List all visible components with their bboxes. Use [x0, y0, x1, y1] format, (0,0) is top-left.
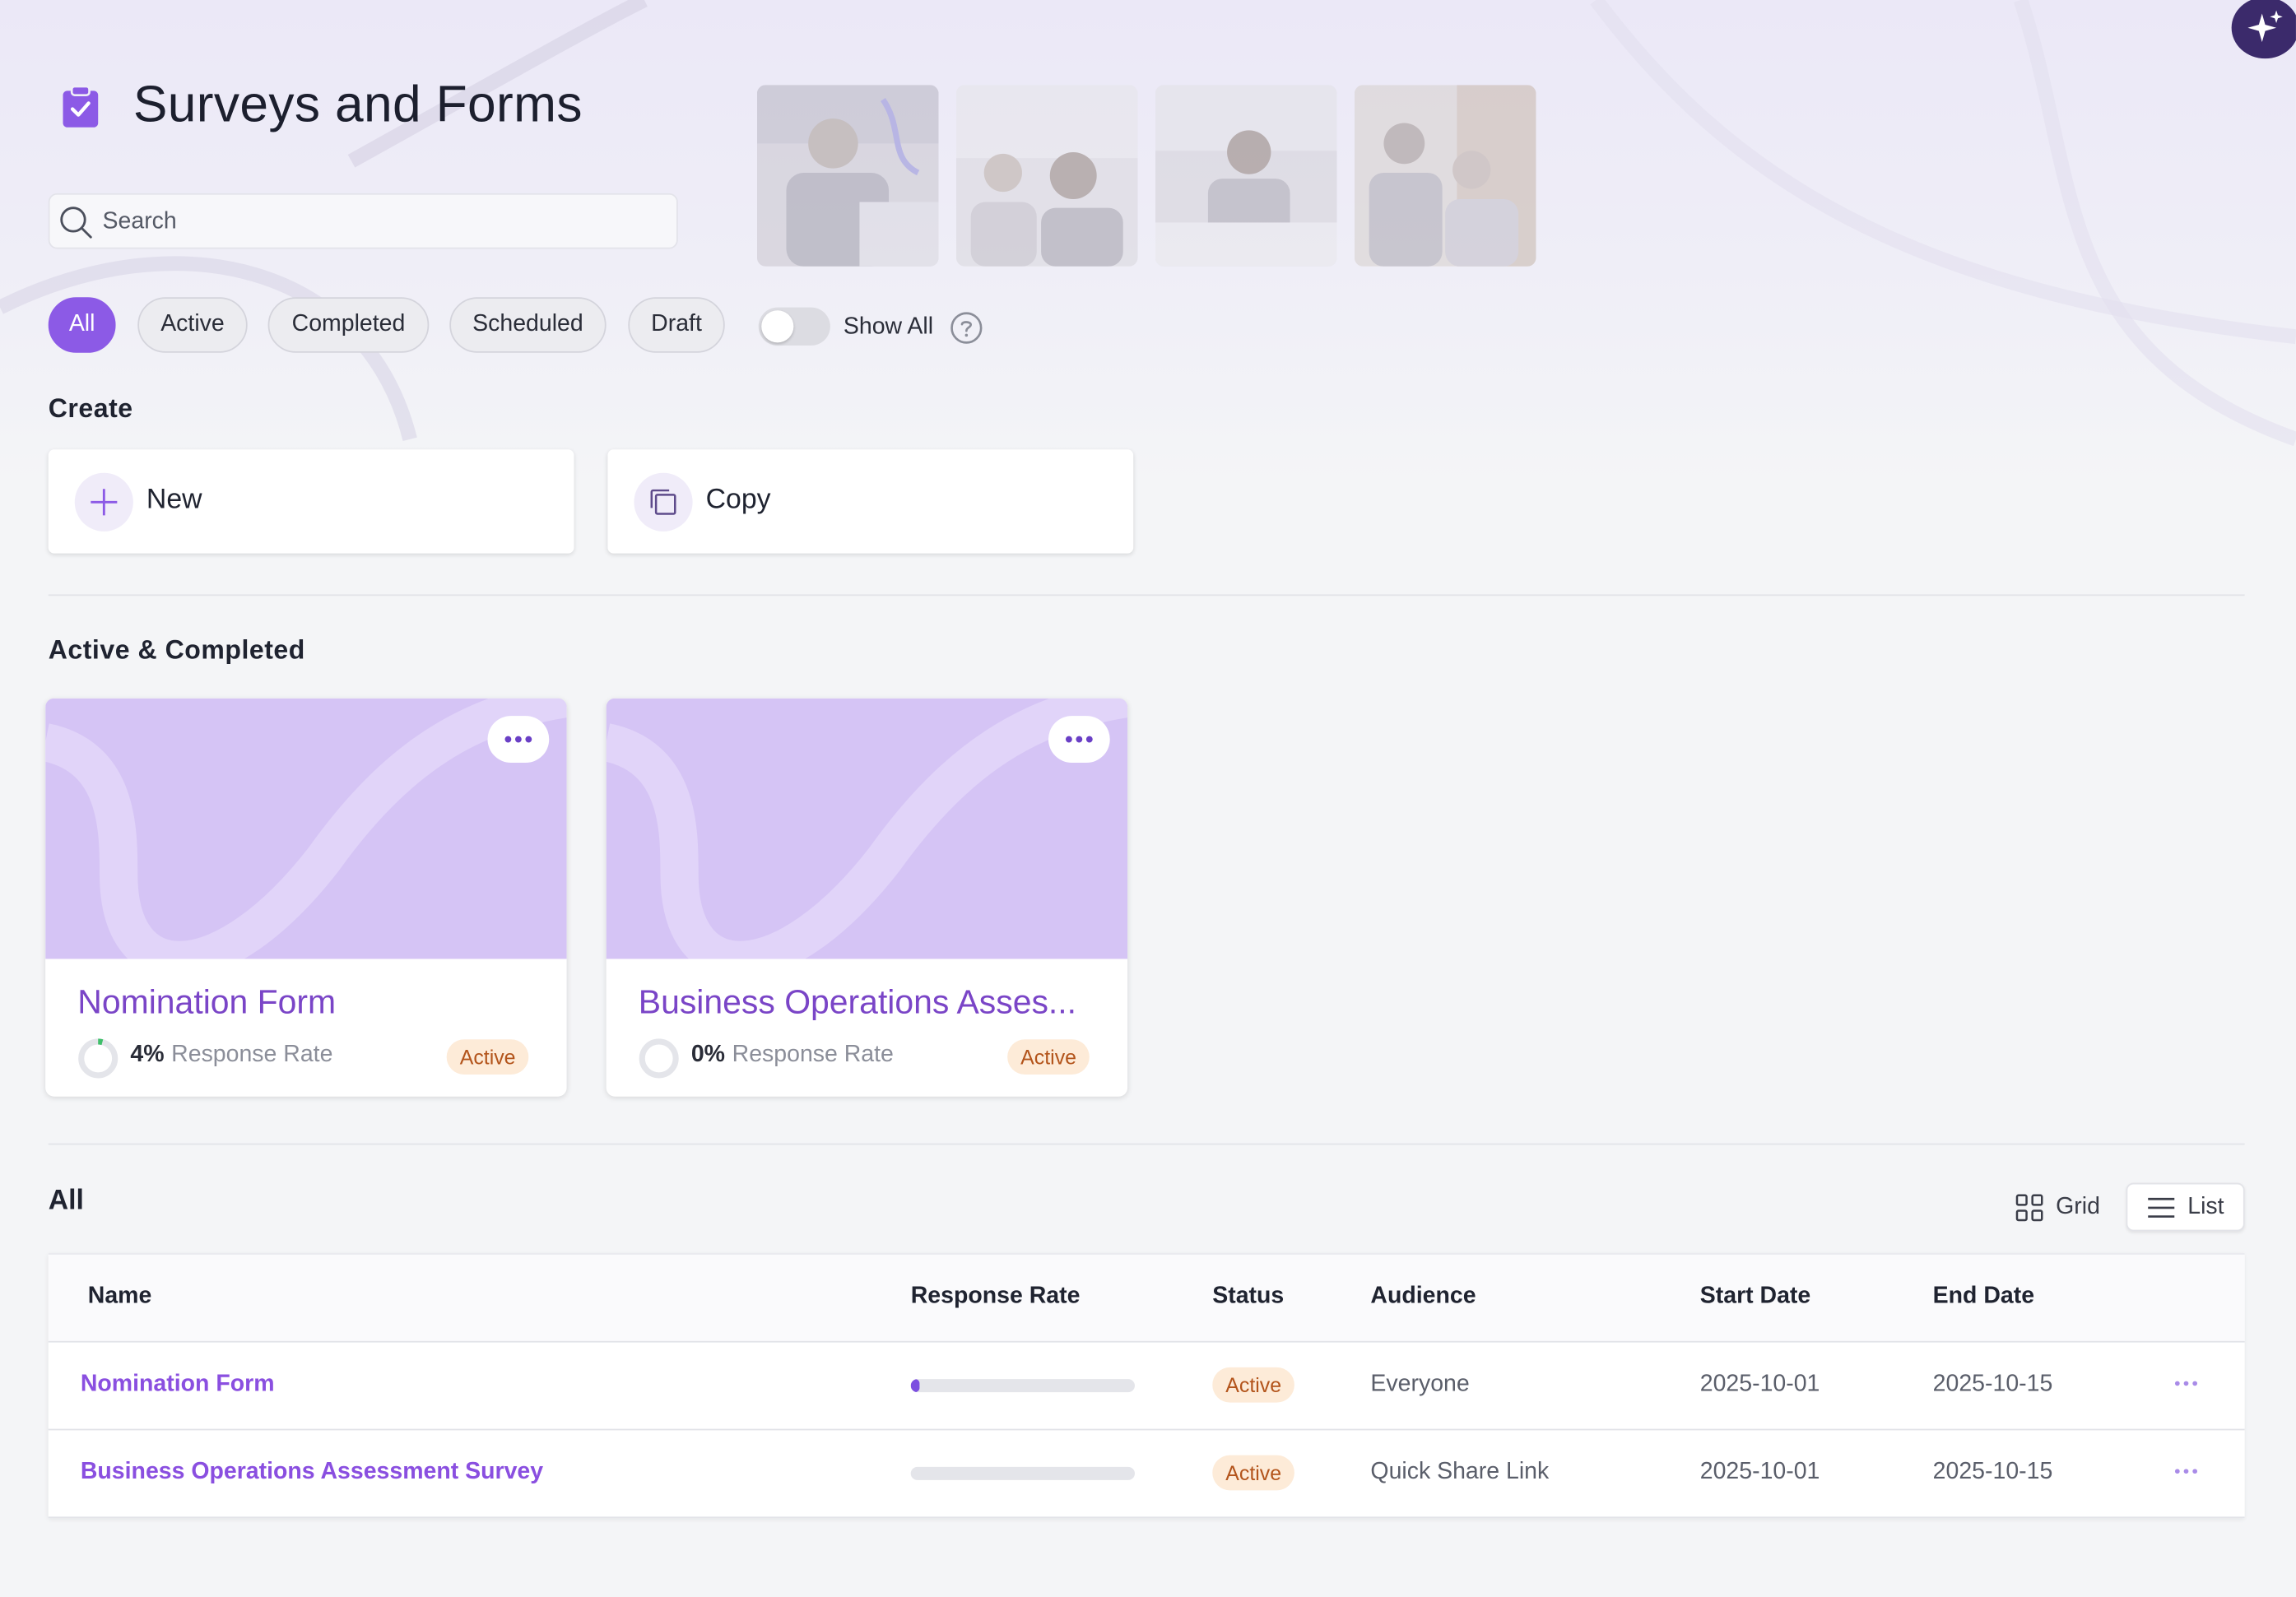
hero-photo-4	[1354, 85, 1536, 267]
row-end-date: 2025-10-15	[1932, 1372, 2053, 1397]
column-response-rate[interactable]: Response Rate	[911, 1284, 1081, 1310]
table-row[interactable]: Nomination Form Active Everyone 2025-10-…	[48, 1343, 2245, 1431]
row-audience: Quick Share Link	[1370, 1459, 1550, 1485]
card-more-button[interactable]	[1048, 716, 1110, 764]
surveys-page: Surveys and Forms All Active Completed S…	[0, 0, 2296, 1597]
response-rate-fill	[910, 1379, 920, 1393]
filter-scheduled[interactable]: Scheduled	[449, 297, 607, 353]
section-divider	[48, 1143, 2245, 1145]
copy-icon	[650, 489, 676, 515]
column-end-date[interactable]: End Date	[1933, 1284, 2034, 1310]
create-copy-card[interactable]: Copy	[607, 449, 1134, 554]
column-start-date[interactable]: Start Date	[1700, 1284, 1810, 1310]
column-status[interactable]: Status	[1212, 1284, 1284, 1310]
copy-icon-circle	[634, 472, 693, 532]
help-icon[interactable]	[950, 312, 983, 344]
status-badge: Active	[1212, 1455, 1295, 1491]
table-header: Name Response Rate Status Audience Start…	[48, 1253, 2245, 1343]
create-new-label: New	[146, 484, 202, 516]
row-more-icon[interactable]	[2172, 1456, 2201, 1486]
card-title[interactable]: Business Operations Asses...	[639, 982, 1076, 1022]
list-label: List	[2187, 1194, 2224, 1219]
filter-all[interactable]: All	[48, 297, 116, 353]
table-row[interactable]: Business Operations Assessment Survey Ac…	[48, 1430, 2245, 1519]
search-box[interactable]	[48, 193, 678, 251]
row-start-date: 2025-10-01	[1699, 1459, 1820, 1485]
status-badge: Active	[1212, 1367, 1295, 1403]
toggle-knob	[761, 310, 794, 343]
surveys-table: Name Response Rate Status Audience Start…	[48, 1253, 2245, 1519]
row-name-link[interactable]: Nomination Form	[81, 1372, 275, 1398]
create-copy-label: Copy	[705, 484, 771, 516]
create-section-title: Create	[48, 393, 133, 424]
card-title[interactable]: Nomination Form	[77, 982, 336, 1022]
response-rate-bar	[910, 1379, 1135, 1393]
card-rate-label: Response Rate	[171, 1042, 333, 1068]
ai-assistant-button[interactable]	[2231, 0, 2296, 59]
row-end-date: 2025-10-15	[1932, 1459, 2053, 1485]
more-horizontal-icon	[1065, 736, 1093, 743]
create-new-card[interactable]: New	[48, 449, 574, 554]
clipboard-check-icon	[63, 85, 99, 128]
column-name[interactable]: Name	[88, 1284, 152, 1310]
list-icon	[2148, 1197, 2175, 1218]
active-completed-title: Active & Completed	[48, 635, 305, 665]
all-section-title: All	[48, 1186, 84, 1217]
section-divider	[48, 594, 2245, 597]
card-more-button[interactable]	[487, 716, 550, 764]
survey-card-nomination-form[interactable]: Nomination Form 4% Response Rate Active	[45, 698, 567, 1097]
card-percent: 4%	[130, 1042, 165, 1068]
status-badge: Active	[1007, 1039, 1090, 1075]
row-start-date: 2025-10-01	[1699, 1372, 1820, 1397]
column-audience[interactable]: Audience	[1370, 1284, 1476, 1310]
page-title: Surveys and Forms	[132, 76, 583, 133]
list-view-button[interactable]: List	[2126, 1182, 2245, 1232]
grid-view-button[interactable]: Grid	[2001, 1183, 2112, 1232]
more-horizontal-icon	[504, 736, 532, 743]
search-icon	[60, 207, 92, 239]
filter-active[interactable]: Active	[137, 297, 248, 353]
row-more-icon[interactable]	[2172, 1369, 2201, 1399]
response-rate-bar	[910, 1466, 1135, 1480]
row-audience: Everyone	[1370, 1372, 1470, 1397]
status-badge: Active	[446, 1039, 529, 1075]
grid-label: Grid	[2056, 1194, 2100, 1219]
row-name-link[interactable]: Business Operations Assessment Survey	[81, 1460, 543, 1486]
hero-photo-1	[756, 85, 939, 267]
card-rate-label: Response Rate	[732, 1042, 894, 1068]
hero-photo-2	[955, 85, 1138, 267]
show-all-label: Show All	[843, 314, 934, 340]
plus-icon	[91, 489, 118, 516]
plus-icon-circle	[74, 472, 133, 532]
show-all-toggle[interactable]	[758, 307, 830, 346]
survey-card-business-operations[interactable]: Business Operations Asses... 0% Response…	[606, 698, 1128, 1097]
response-rate-ring-icon	[639, 1038, 679, 1079]
card-percent: 0%	[690, 1042, 725, 1068]
filter-draft[interactable]: Draft	[628, 297, 725, 353]
filter-completed[interactable]: Completed	[267, 297, 430, 353]
sparkle-icon	[2247, 10, 2283, 43]
grid-icon	[2015, 1193, 2043, 1221]
hero-photo-3	[1155, 85, 1337, 267]
search-input[interactable]	[99, 194, 662, 251]
response-rate-ring-icon	[78, 1038, 119, 1079]
